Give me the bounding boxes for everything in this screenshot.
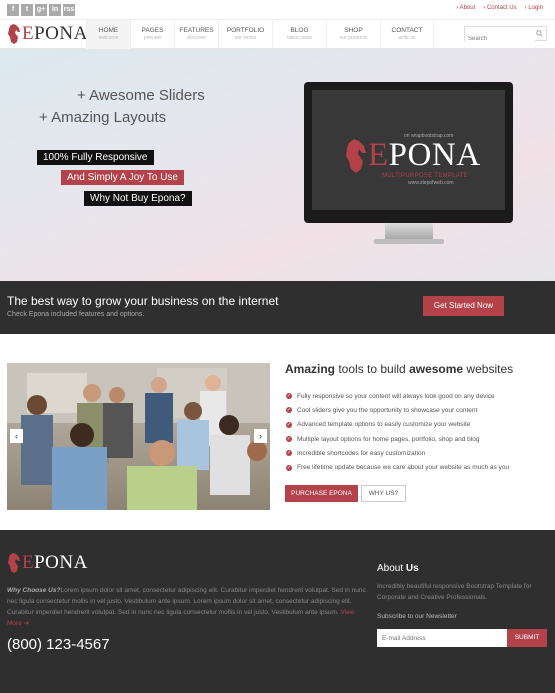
list-item: ✓ Free lifetime update because we care ab… bbox=[286, 464, 510, 472]
horse-logo-icon bbox=[8, 553, 20, 573]
footer-phone: (800) 123-4567 bbox=[7, 636, 110, 653]
get-started-button[interactable]: Get Started Now bbox=[423, 296, 504, 316]
nav-blog[interactable]: BLOG latest news bbox=[272, 20, 326, 49]
hero-line-2: + Amazing Layouts bbox=[39, 109, 167, 126]
newsletter-heading: Subscribe to our Newsletter bbox=[377, 613, 457, 620]
purchase-button[interactable]: PURCHASE EPONA bbox=[285, 485, 358, 502]
main-navbar: EPONA HOME welcome PAGES preview FEATURES d… bbox=[0, 20, 555, 49]
nav-home[interactable]: HOME welcome bbox=[86, 20, 130, 49]
features-list: ✓ Fully responsive so your content will a… bbox=[286, 389, 509, 475]
check-icon: ✓ bbox=[286, 421, 292, 428]
list-item: ✓ Cool sliders give you the opportunity t… bbox=[286, 406, 478, 414]
hero-slider: + Awesome Sliders + Amazing Layouts 100%… bbox=[0, 49, 555, 281]
nav-pages[interactable]: PAGES preview bbox=[130, 20, 174, 49]
hero-tag-1: 100% Fully Responsive bbox=[37, 150, 154, 165]
footer: EPONA Why Choose Us?Lorem ipsum dolor si… bbox=[0, 530, 555, 693]
rss-icon[interactable]: rss bbox=[63, 4, 75, 16]
slider-next-button[interactable]: › bbox=[254, 429, 267, 443]
footer-logo[interactable]: EPONA bbox=[7, 552, 88, 574]
list-item: ✓ Fully responsive so your content will a… bbox=[286, 392, 495, 400]
screen-tagline: MULTIPURPOSE TEMPLATE bbox=[382, 173, 468, 179]
team-meeting-photo bbox=[7, 363, 270, 510]
twitter-icon[interactable]: t bbox=[21, 4, 33, 16]
about-us-text: Incredibly beautiful responsive Bootstra… bbox=[377, 583, 532, 601]
site-logo[interactable]: EPONA bbox=[7, 23, 88, 45]
cta-subtitle: Check Epona included features and option… bbox=[7, 311, 145, 318]
about-us-heading: About Us bbox=[377, 563, 419, 574]
google-plus-icon[interactable]: g+ bbox=[35, 4, 47, 16]
check-icon: ✓ bbox=[286, 464, 292, 471]
monitor-base bbox=[374, 239, 444, 244]
linkedin-icon[interactable]: in bbox=[49, 4, 61, 16]
main-menu: HOME welcome PAGES preview FEATURES discove… bbox=[86, 20, 434, 49]
horse-logo-icon bbox=[8, 24, 20, 44]
hero-tag-3: Why Not Buy Epona? bbox=[84, 191, 192, 206]
horse-logo-icon bbox=[346, 139, 366, 173]
newsletter-submit-button[interactable]: SUBMIT bbox=[507, 629, 547, 647]
social-links: f t g+ in rss bbox=[7, 4, 75, 16]
list-item: ✓ Advanced template options to easily cus… bbox=[286, 421, 471, 429]
list-item: ✓ Multiple layout options for home pages,… bbox=[286, 435, 480, 443]
monitor-image: on wrapbootstrap.com EPONA MULTIPURPOSE … bbox=[304, 82, 513, 223]
nav-contact[interactable]: CONTACT write us bbox=[380, 20, 434, 49]
search-icon[interactable] bbox=[536, 30, 543, 37]
facebook-icon[interactable]: f bbox=[7, 4, 19, 16]
nav-features[interactable]: FEATURES discover bbox=[174, 20, 218, 49]
cta-title: The best way to grow your business on th… bbox=[7, 294, 279, 308]
slider-prev-button[interactable]: ‹ bbox=[10, 429, 23, 443]
newsletter-email-input[interactable] bbox=[377, 629, 507, 647]
cta-bar: The best way to grow your business on th… bbox=[0, 281, 555, 334]
why-us-button[interactable]: WHY US? bbox=[361, 485, 406, 502]
list-item: ✓ Incredible shortcodes for easy customiz… bbox=[286, 449, 426, 457]
check-icon: ✓ bbox=[286, 393, 292, 400]
top-bar: f t g+ in rss › About › Contact Us › Log… bbox=[0, 0, 555, 20]
nav-portfolio[interactable]: PORTFOLIO our works bbox=[218, 20, 272, 49]
top-links: › About › Contact Us › Login bbox=[456, 5, 543, 11]
search-box bbox=[464, 26, 547, 46]
nav-shop[interactable]: SHOP our products bbox=[326, 20, 380, 49]
check-icon: ✓ bbox=[286, 450, 292, 457]
footer-about-text: Why Choose Us?Lorem ipsum dolor sit amet… bbox=[7, 587, 366, 627]
check-icon: ✓ bbox=[286, 436, 292, 443]
screen-brand: EPONA bbox=[368, 137, 481, 173]
check-icon: ✓ bbox=[286, 407, 292, 414]
screen-url: www.stepofweb.com bbox=[408, 180, 454, 186]
about-link[interactable]: About bbox=[460, 5, 476, 11]
hero-line-1: + Awesome Sliders bbox=[77, 87, 205, 104]
features-title: Amazing tools to build awesome websites bbox=[285, 362, 514, 376]
hero-tag-2: And Simply A Joy To Use bbox=[61, 170, 184, 185]
search-input[interactable] bbox=[465, 32, 535, 46]
arrow-right-icon: ➔ bbox=[23, 620, 30, 627]
team-photo-slider: ‹ › bbox=[7, 363, 270, 510]
monitor-stand bbox=[385, 223, 433, 239]
monitor-screen: on wrapbootstrap.com EPONA MULTIPURPOSE … bbox=[312, 90, 505, 210]
contact-link[interactable]: Contact Us bbox=[487, 5, 517, 11]
login-link[interactable]: Login bbox=[528, 5, 543, 11]
